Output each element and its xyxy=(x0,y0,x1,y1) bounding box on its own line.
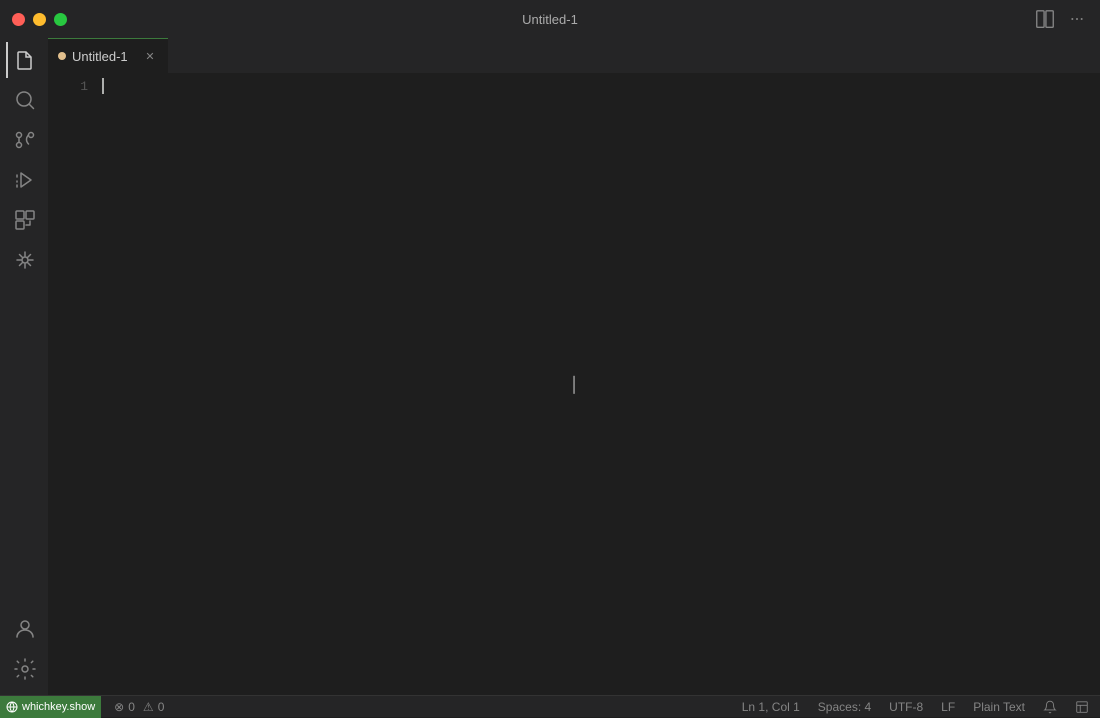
status-line-col[interactable]: Ln 1, Col 1 xyxy=(739,700,803,714)
remote-label: whichkey.show xyxy=(22,701,95,713)
line-numbers: 1 xyxy=(48,73,98,695)
error-icon: ⊗ xyxy=(114,700,124,714)
sidebar-item-settings[interactable] xyxy=(6,651,42,687)
tab-filename: Untitled-1 xyxy=(72,49,128,64)
status-encoding[interactable]: UTF-8 xyxy=(886,700,926,714)
editor-content[interactable]: 1 ❘ xyxy=(48,73,1100,695)
status-bar-right: Ln 1, Col 1 Spaces: 4 UTF-8 LF Plain Tex… xyxy=(739,700,1092,714)
status-language[interactable]: Plain Text xyxy=(970,700,1028,714)
sidebar-item-source-control[interactable] xyxy=(6,122,42,158)
tab-modified-indicator xyxy=(58,52,66,60)
layout-button[interactable] xyxy=(1072,700,1092,714)
tab-close-button[interactable]: ✕ xyxy=(142,48,158,64)
title-bar-actions xyxy=(1034,8,1088,30)
tab-bar: Untitled-1 ✕ xyxy=(48,38,1100,73)
status-spaces[interactable]: Spaces: 4 xyxy=(815,700,874,714)
activity-bar xyxy=(0,38,48,695)
sidebar-item-extensions[interactable] xyxy=(6,202,42,238)
warning-count: 0 xyxy=(158,700,165,714)
maximize-button[interactable] xyxy=(54,13,67,26)
title-bar: Untitled-1 xyxy=(0,0,1100,38)
notifications-button[interactable] xyxy=(1040,700,1060,714)
line-number-1: 1 xyxy=(48,77,88,96)
traffic-lights xyxy=(12,13,67,26)
sidebar-item-run-debug[interactable] xyxy=(6,162,42,198)
editor-area: Untitled-1 ✕ 1 ❘ xyxy=(48,38,1100,695)
window-title: Untitled-1 xyxy=(522,12,578,27)
sidebar-item-remote[interactable] xyxy=(6,242,42,278)
sidebar-item-account[interactable] xyxy=(6,611,42,647)
status-line-ending[interactable]: LF xyxy=(938,700,958,714)
activity-bar-top xyxy=(6,42,42,611)
main-layout: Untitled-1 ✕ 1 ❘ xyxy=(0,38,1100,695)
sidebar-item-explorer[interactable] xyxy=(6,42,42,78)
status-bar: whichkey.show ⊗ 0 ⚠ 0 Ln 1, Col 1 Spaces… xyxy=(0,695,1100,717)
close-button[interactable] xyxy=(12,13,25,26)
remote-indicator[interactable]: whichkey.show xyxy=(0,696,101,718)
more-actions-button[interactable] xyxy=(1066,8,1088,30)
error-count: 0 xyxy=(128,700,135,714)
warning-icon: ⚠ xyxy=(143,700,154,714)
activity-bar-bottom xyxy=(6,611,42,695)
split-editor-button[interactable] xyxy=(1034,8,1056,30)
sidebar-item-search[interactable] xyxy=(6,82,42,118)
status-errors[interactable]: ⊗ 0 ⚠ 0 xyxy=(111,700,167,714)
minimize-button[interactable] xyxy=(33,13,46,26)
text-cursor xyxy=(102,78,104,94)
code-area[interactable] xyxy=(98,73,1100,695)
status-bar-left: whichkey.show ⊗ 0 ⚠ 0 xyxy=(8,696,167,718)
tab-untitled-1[interactable]: Untitled-1 ✕ xyxy=(48,38,168,73)
